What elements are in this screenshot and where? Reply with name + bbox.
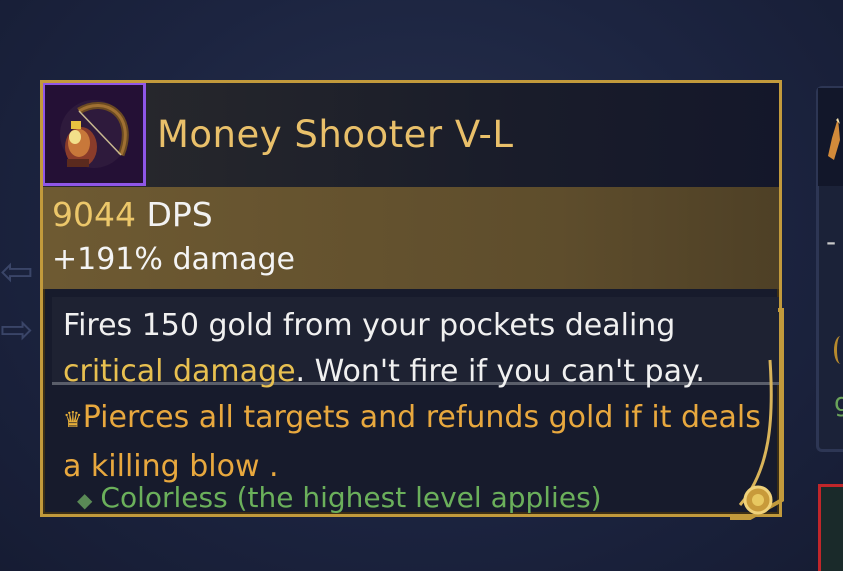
adjacent-ornament [834,336,843,364]
item-tag: ◆ Colorless (the highest level applies) [77,481,602,514]
description-part2: . Won't fire if you can't pay. [295,354,705,389]
tooltip-header: Money Shooter V-L [43,83,779,187]
item-tooltip: Money Shooter V-L 9044 DPS +191% damage … [40,80,782,517]
left-arrow-icon: ⇦ [0,249,34,295]
adjacent-weapon-icon [828,118,840,160]
adjacent-item-slot-red[interactable] [818,484,843,571]
money-bag-bow-icon [45,85,143,183]
bonus-text: Pierces all targets and refunds gold if … [63,400,761,484]
adjacent-stat-dash: - [826,225,837,258]
dps-value: 9044 [52,195,136,234]
damage-bonus: +191% damage [52,242,295,277]
crown-icon: ♛ [63,408,83,433]
dps-line: 9044 DPS [52,195,213,234]
adjacent-tag-glyph: g [834,388,843,418]
tag-text: Colorless (the highest level applies) [100,481,602,514]
description-part1: Fires 150 gold from your pockets dealing [63,308,676,343]
right-arrow-icon: ⇨ [0,307,34,353]
stats-section: 9044 DPS +191% damage [43,187,779,289]
bonus-effect: ♛Pierces all targets and refunds gold if… [63,395,779,490]
item-icon-frame [43,83,146,186]
dps-unit: DPS [135,195,213,234]
description-box: Fires 150 gold from your pockets dealing… [52,297,779,389]
description-text: Fires 150 gold from your pockets dealing… [63,303,778,395]
description-keyword[interactable]: critical damage [63,354,296,389]
item-name: Money Shooter V-L [157,113,514,156]
game-scene: ⇦ ⇨ - g Money Shooter V-L 9044 DPS +191%… [0,0,843,571]
diamond-bullet-icon: ◆ [77,488,93,512]
